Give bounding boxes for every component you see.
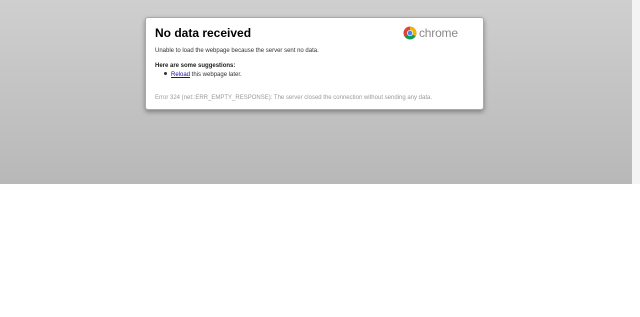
- page-title: No data received: [155, 26, 252, 40]
- chrome-wordmark: chrome: [419, 26, 458, 40]
- error-card: No data received chrome Unable to load t…: [145, 17, 484, 110]
- suggestions-heading: Here are some suggestions:: [155, 63, 236, 69]
- scrollbar-track[interactable]: [632, 0, 640, 184]
- list-item: Reload this webpage later.: [164, 71, 242, 78]
- suggestions-list: Reload this webpage later.: [164, 71, 242, 78]
- suggestion-text: this webpage later.: [190, 72, 242, 78]
- chrome-brand: chrome: [403, 25, 458, 41]
- reload-link[interactable]: Reload: [171, 72, 190, 78]
- chrome-logo-icon: [403, 26, 417, 40]
- error-summary: Unable to load the webpage because the s…: [155, 48, 319, 54]
- error-code: Error 324 (net::ERR_EMPTY_RESPONSE): The…: [155, 95, 433, 101]
- bullet-icon: [164, 71, 167, 75]
